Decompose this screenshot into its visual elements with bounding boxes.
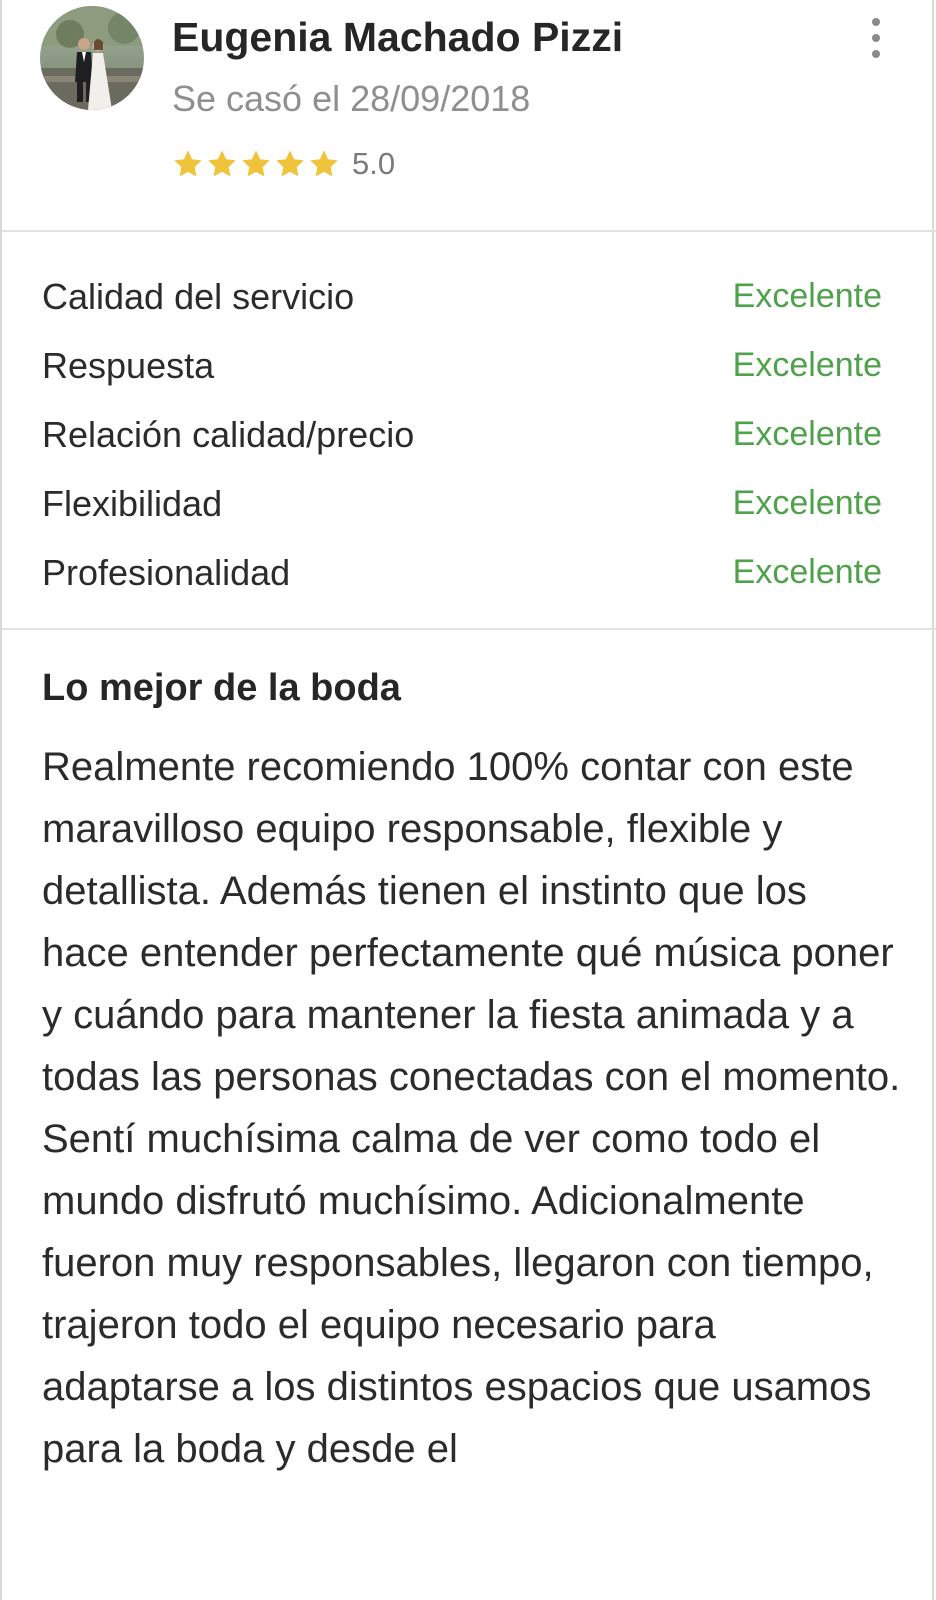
more-vertical-icon (872, 18, 880, 26)
divider (2, 230, 936, 232)
rating-label: Profesionalidad (42, 551, 291, 593)
rating-row-flexibilidad: Flexibilidad Excelente (42, 469, 882, 538)
avatar-photo-icon (40, 6, 144, 110)
star-icon (276, 150, 304, 177)
review-body: Lo mejor de la boda Realmente recomiendo… (42, 662, 902, 1480)
rating-score: Excelente (732, 415, 882, 453)
rating-score: Excelente (732, 484, 882, 522)
rating-label: Flexibilidad (42, 482, 223, 524)
category-ratings: Calidad del servicio Excelente Respuesta… (42, 262, 882, 607)
more-vertical-icon-dot (872, 34, 880, 42)
rating-value: 5.0 (352, 146, 396, 181)
review-section-title: Lo mejor de la boda (42, 667, 401, 709)
star-rating (172, 148, 340, 180)
rating-row-relacion-calidad-precio: Relación calidad/precio Excelente (42, 400, 882, 469)
rating-score: Excelente (732, 553, 882, 591)
star-icon (310, 150, 338, 177)
married-date: Se casó el 28/09/2018 (172, 78, 531, 119)
review-card: Eugenia Machado Pizzi Se casó el 28/09/2… (0, 0, 936, 1600)
divider (2, 628, 936, 630)
review-header: Eugenia Machado Pizzi Se casó el 28/09/2… (2, 0, 936, 236)
author-name: Eugenia Machado Pizzi (172, 14, 624, 60)
more-options-button[interactable] (866, 18, 886, 58)
rating-label: Respuesta (42, 344, 215, 386)
review-text: Realmente recomiendo 100% contar con est… (42, 745, 901, 1471)
star-icon (242, 150, 270, 177)
more-vertical-icon-dot (872, 50, 880, 58)
rating-label: Relación calidad/precio (42, 413, 415, 455)
rating-row-respuesta: Respuesta Excelente (42, 331, 882, 400)
rating-score: Excelente (732, 346, 882, 384)
star-icon (208, 150, 236, 177)
rating-label: Calidad del servicio (42, 275, 355, 317)
star-icon (174, 150, 202, 177)
rating-row-profesionalidad: Profesionalidad Excelente (42, 538, 882, 607)
rating-score: Excelente (732, 277, 882, 315)
overall-rating: 5.0 (172, 144, 395, 184)
rating-row-calidad-servicio: Calidad del servicio Excelente (42, 262, 882, 331)
avatar[interactable] (40, 6, 144, 110)
